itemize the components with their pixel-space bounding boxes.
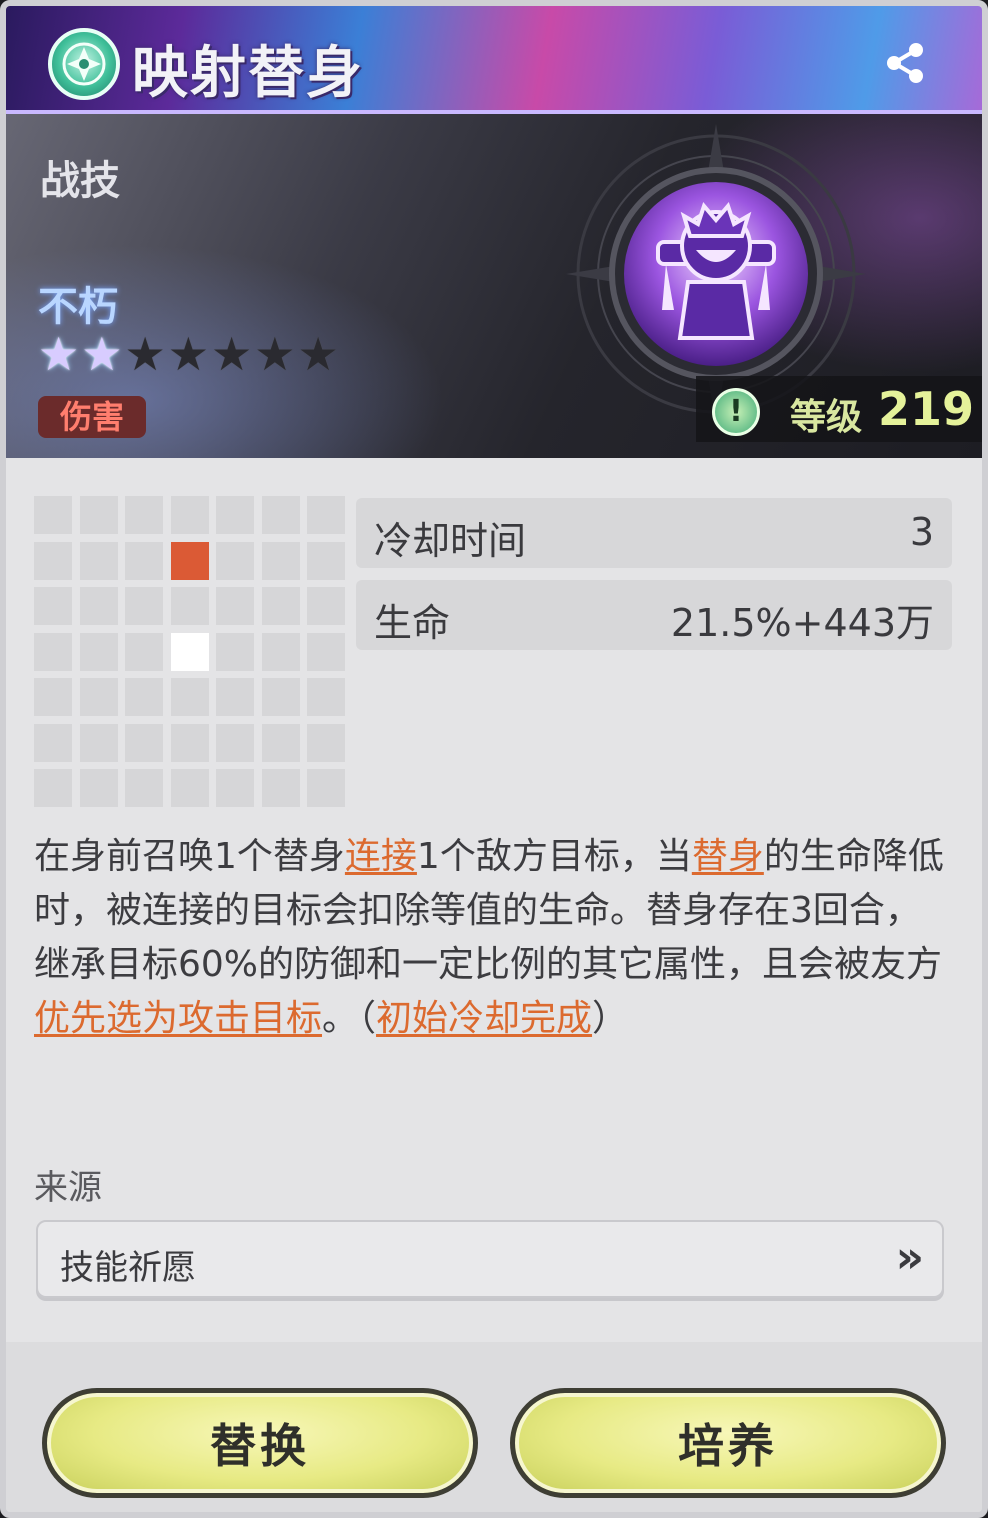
stat-row-hp: 生命 21.5%+443万 [356, 580, 952, 650]
grid-cell [261, 678, 300, 716]
grid-cell [216, 496, 254, 534]
description-text: ） [592, 998, 629, 1039]
grid-cell [170, 496, 209, 534]
star-empty-icon: ★ [124, 327, 166, 381]
grid-cell [125, 496, 163, 534]
grid-cell [216, 723, 254, 762]
grid-cell [79, 541, 118, 580]
source-link[interactable]: 技能祈愿 » [36, 1220, 944, 1298]
stat-value: 3 [909, 510, 934, 554]
grid-cell [307, 587, 345, 625]
alert-icon[interactable]: ! [712, 388, 760, 436]
keyword-link[interactable]: 初始冷却完成 [376, 998, 592, 1039]
grid-cell-target [170, 541, 209, 580]
keyword-link[interactable]: 优先选为攻击目标 [34, 998, 322, 1039]
skill-tag-name: 不朽 [38, 284, 118, 330]
title-bar: 映射替身 [6, 6, 982, 114]
description-text: 1个敌方目标，当 [416, 836, 692, 877]
description-text: 。（ [322, 998, 377, 1039]
grid-cell [125, 723, 163, 762]
grid-cell [170, 769, 209, 807]
skill-description: 在身前召唤1个替身连接1个敌方目标，当替身的生命降低时，被连接的目标会扣除等值的… [34, 830, 954, 1046]
grid-cell [216, 769, 254, 807]
grid-cell [216, 587, 254, 625]
star-filled-icon: ★ [38, 327, 80, 381]
grid-cell [125, 769, 163, 807]
grid-cell [261, 632, 300, 671]
grid-cell [261, 769, 300, 807]
grid-cell [261, 723, 300, 762]
grid-cell [307, 541, 345, 580]
grid-cell [79, 769, 118, 807]
grid-cell [125, 632, 163, 671]
grid-cell [216, 678, 254, 716]
damage-badge: 伤害 [38, 396, 147, 438]
level-value: 219 [878, 382, 975, 436]
source-label: 来源 [34, 1168, 102, 1208]
grid-cell [216, 632, 254, 671]
stat-label: 生命 [374, 601, 451, 645]
grid-cell [170, 678, 209, 716]
grid-cell [261, 541, 300, 580]
action-footer: 替换 培养 [6, 1342, 982, 1512]
star-empty-icon: ★ [167, 327, 209, 381]
grid-cell [261, 496, 300, 534]
skill-type-label: 战技 [40, 158, 120, 204]
level-bar: ! 等级 219 [696, 376, 982, 442]
star-empty-icon: ★ [254, 327, 296, 381]
grid-cell [307, 496, 345, 534]
range-grid [34, 496, 346, 808]
grid-cell [79, 496, 118, 534]
grid-cell [170, 723, 209, 762]
grid-cell [34, 678, 72, 716]
level-label: 等级 [790, 397, 863, 438]
grid-cell [79, 723, 118, 762]
grid-cell-self [170, 632, 209, 671]
stat-label: 冷却时间 [374, 519, 527, 563]
keyword-link[interactable]: 连接 [345, 836, 417, 877]
share-icon[interactable] [880, 38, 930, 88]
grid-cell [125, 587, 163, 625]
grid-cell [307, 723, 345, 762]
grid-cell [34, 632, 72, 671]
grid-cell [34, 723, 72, 762]
grid-cell [216, 541, 254, 580]
grid-cell [34, 769, 72, 807]
grid-cell [34, 496, 72, 534]
grid-cell [34, 587, 72, 625]
grid-cell [307, 632, 345, 671]
skill-detail-panel: 映射替身 战技 不朽 ★ ★ ★ ★ ★ ★ ★ 伤害 ! 等级 219 冷却时… [0, 0, 988, 1518]
star-empty-icon: ★ [297, 327, 339, 381]
grid-cell [125, 541, 163, 580]
faction-emblem-icon [48, 28, 120, 100]
grid-cell [261, 587, 300, 625]
star-filled-icon: ★ [81, 327, 123, 381]
skill-header: 战技 不朽 ★ ★ ★ ★ ★ ★ ★ 伤害 ! 等级 219 [6, 114, 982, 458]
description-text: 在身前召唤1个替身 [34, 836, 345, 877]
grid-cell [79, 678, 118, 716]
double-chevron-right-icon: » [895, 1232, 924, 1283]
grid-cell [307, 769, 345, 807]
grid-cell [170, 587, 209, 625]
grid-cell [79, 632, 118, 671]
star-empty-icon: ★ [211, 327, 253, 381]
skill-title: 映射替身 [132, 41, 364, 106]
train-button[interactable]: 培养 [510, 1388, 946, 1498]
stat-value: 21.5%+443万 [670, 601, 934, 645]
grid-cell [34, 541, 72, 580]
grid-cell [307, 678, 345, 716]
keyword-link[interactable]: 替身 [692, 836, 764, 877]
replace-button[interactable]: 替换 [42, 1388, 478, 1498]
source-value: 技能祈愿 [60, 1248, 196, 1288]
star-rating: ★ ★ ★ ★ ★ ★ ★ [38, 330, 339, 378]
grid-cell [79, 587, 118, 625]
stat-row-cooldown: 冷却时间 3 [356, 498, 952, 568]
grid-cell [125, 678, 163, 716]
